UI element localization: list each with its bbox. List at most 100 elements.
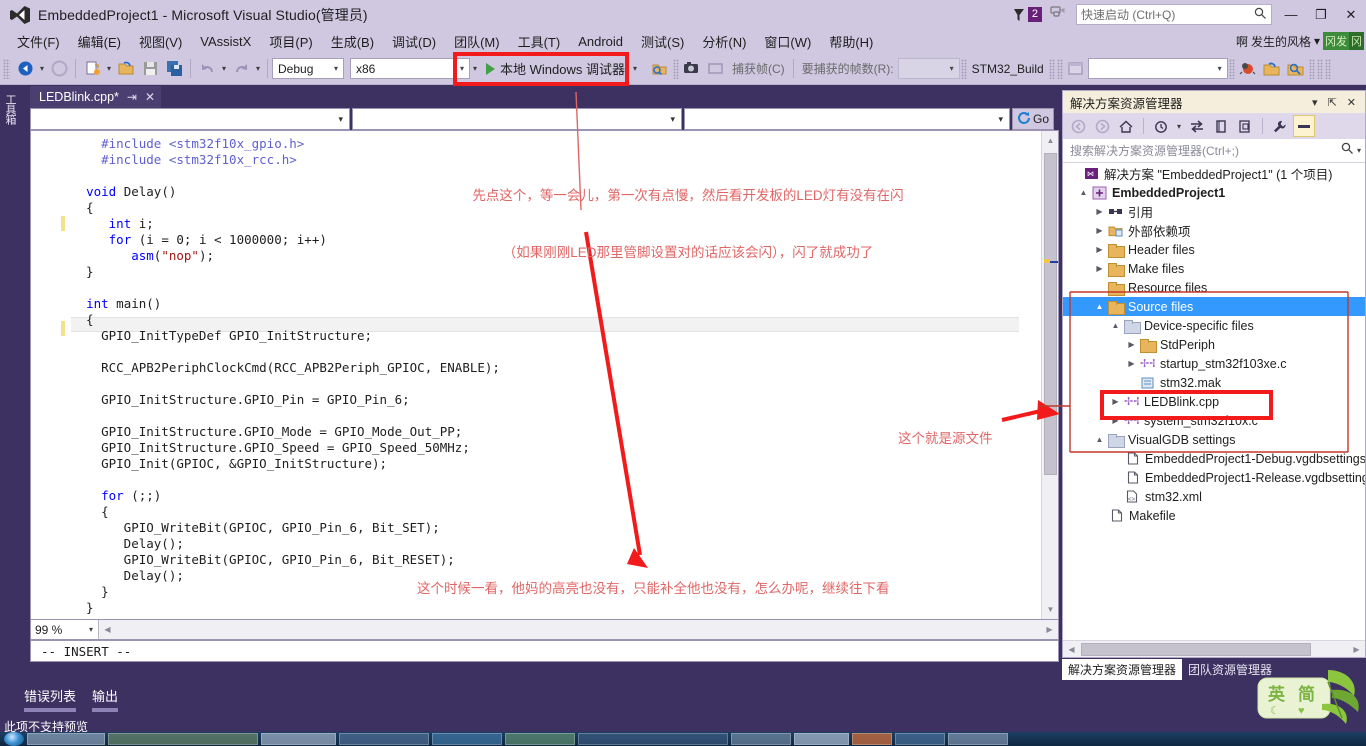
window-icon[interactable] xyxy=(1064,57,1088,81)
menu-item-help[interactable]: 帮助(H) xyxy=(820,30,882,53)
menu-item-android[interactable]: Android xyxy=(569,32,632,51)
chevron-down-icon[interactable]: ▾ xyxy=(457,64,467,73)
toolbar-grip-7[interactable] xyxy=(1308,58,1315,79)
stm32-build-label[interactable]: STM32_Build xyxy=(968,62,1048,76)
tree-row-release-vgdbsettings[interactable]: EmbeddedProject1-Release.vgdbsettings xyxy=(1063,468,1365,487)
sync-with-active-document-icon[interactable] xyxy=(1186,115,1208,137)
frames-to-capture-combo[interactable]: ▾ xyxy=(897,58,960,79)
navbar-project-combo[interactable]: ▾ xyxy=(30,108,350,130)
save-icon[interactable] xyxy=(138,57,162,81)
vertical-scroll-thumb[interactable] xyxy=(1044,153,1057,475)
chevron-down-icon[interactable]: ▾ xyxy=(334,114,347,125)
tree-arrow[interactable]: ▶ xyxy=(1093,264,1106,273)
taskbar-item[interactable] xyxy=(505,733,575,745)
taskbar-item[interactable] xyxy=(731,733,791,745)
menu-item-vassistx[interactable]: VAssistX xyxy=(191,32,260,51)
chevron-down-icon[interactable]: ▾ xyxy=(947,64,957,73)
menu-item-analyze[interactable]: 分析(N) xyxy=(693,30,755,53)
toolbar-empty-combo[interactable]: ▾ xyxy=(1087,58,1228,79)
forward-icon[interactable] xyxy=(1091,115,1113,137)
maximize-button[interactable]: ❐ xyxy=(1306,0,1336,29)
tab-solution-explorer[interactable]: 解决方案资源管理器 xyxy=(1062,659,1183,680)
menu-item-window[interactable]: 窗口(W) xyxy=(755,30,820,53)
menu-item-build[interactable]: 生成(B) xyxy=(322,30,383,53)
tree-row-ledblink-cpp[interactable]: ▶ ✢✢ LEDBlink.cpp xyxy=(1063,392,1365,411)
back-icon[interactable] xyxy=(1067,115,1089,137)
camera-icon[interactable] xyxy=(680,57,704,81)
chevron-down-icon[interactable]: ▾ xyxy=(1354,146,1361,155)
solution-tree[interactable]: ⋈ 解决方案 "EmbeddedProject1" (1 个项目) ▲ Embe… xyxy=(1063,164,1365,633)
toolbar-grip-5[interactable] xyxy=(1056,58,1063,79)
tree-row-external-deps[interactable]: ▶ 外部依赖项 xyxy=(1063,221,1365,240)
pin-icon[interactable]: ⇥ xyxy=(127,90,137,104)
pending-changes-caret[interactable]: ▾ xyxy=(1174,122,1184,131)
zoom-combo[interactable]: 99 % ▾ xyxy=(31,620,99,639)
tree-row-stm32-xml[interactable]: <> stm32.xml xyxy=(1063,487,1365,506)
pin-icon[interactable]: ⇱ xyxy=(1323,96,1342,109)
tree-row-makefile[interactable]: Makefile xyxy=(1063,506,1365,525)
toolbar-grip-3[interactable] xyxy=(960,58,967,79)
preview-selected-items-icon[interactable] xyxy=(1293,115,1315,137)
tree-arrow[interactable]: ▶ xyxy=(1125,359,1138,368)
taskbar-item[interactable] xyxy=(895,733,945,745)
refresh-folder-icon[interactable] xyxy=(1260,57,1284,81)
taskbar-item[interactable] xyxy=(852,733,892,745)
minimize-button[interactable]: — xyxy=(1276,0,1306,29)
taskbar-item[interactable] xyxy=(794,733,849,745)
tree-row-debug-vgdbsettings[interactable]: EmbeddedProject1-Debug.vgdbsettings xyxy=(1063,449,1365,468)
navigate-forward-icon[interactable] xyxy=(47,57,71,81)
notification-flag-icon[interactable]: 2 xyxy=(1013,7,1042,22)
chevron-down-icon[interactable]: ▾ xyxy=(1314,34,1320,48)
capture-frame-icon[interactable] xyxy=(704,57,728,81)
tree-arrow[interactable]: ▶ xyxy=(1093,226,1106,235)
tree-arrow[interactable]: ▶ xyxy=(1093,207,1106,216)
toolbar-grip-8[interactable] xyxy=(1316,58,1323,79)
chevron-down-icon[interactable]: ▾ xyxy=(331,64,341,73)
open-file-icon[interactable] xyxy=(114,57,138,81)
tree-row-stm32-mak[interactable]: stm32.mak xyxy=(1063,373,1365,392)
menu-item-team[interactable]: 团队(M) xyxy=(445,30,509,53)
search-icon[interactable] xyxy=(1254,7,1267,23)
pending-changes-icon[interactable] xyxy=(1150,115,1172,137)
chevron-down-icon[interactable]: ▾ xyxy=(994,114,1007,125)
back-dropdown-caret[interactable]: ▾ xyxy=(37,64,47,73)
scroll-right-arrow-icon[interactable]: ▶ xyxy=(1041,620,1058,639)
redo-caret[interactable]: ▾ xyxy=(253,64,263,73)
show-all-files-icon[interactable] xyxy=(1234,115,1256,137)
toolbar-grip-4[interactable] xyxy=(1048,58,1055,79)
solution-explorer-search[interactable]: 搜索解决方案资源管理器(Ctrl+;) ▾ xyxy=(1063,139,1365,163)
bug-icon[interactable] xyxy=(1236,57,1260,81)
undo-icon[interactable] xyxy=(195,57,219,81)
document-tab-ledblink[interactable]: LEDBlink.cpp* ⇥ ✕ xyxy=(30,86,162,108)
tree-arrow[interactable]: ▶ xyxy=(1109,416,1122,425)
ime-indicator[interactable]: 啊 发生的风格 ▾ 冈发 冈 xyxy=(1236,29,1364,53)
ime-badge-1[interactable]: 冈发 xyxy=(1323,32,1349,50)
navbar-member-combo[interactable]: ▾ xyxy=(684,108,1010,130)
toolbar-grip-9[interactable] xyxy=(1324,58,1331,79)
start-button-icon[interactable] xyxy=(4,732,24,746)
scroll-left-arrow-icon[interactable]: ◀ xyxy=(1063,641,1080,658)
tree-arrow[interactable]: ▶ xyxy=(1093,245,1106,254)
tab-error-list[interactable]: 错误列表 xyxy=(24,686,77,712)
ime-badge-2[interactable]: 冈 xyxy=(1349,32,1364,50)
properties-icon[interactable] xyxy=(1269,115,1291,137)
close-button[interactable]: ✕ xyxy=(1336,0,1366,29)
tree-arrow[interactable]: ▶ xyxy=(1109,397,1122,406)
tree-arrow[interactable]: ▲ xyxy=(1093,302,1106,311)
menu-item-tools[interactable]: 工具(T) xyxy=(509,30,570,53)
tree-row-references[interactable]: ▶ 引用 xyxy=(1063,202,1365,221)
find-in-files-icon[interactable] xyxy=(1284,57,1308,81)
solution-explorer-horizontal-scrollbar[interactable]: ◀ ▶ xyxy=(1063,640,1365,657)
toolbox-vertical-tab[interactable]: 工具箱 xyxy=(3,94,16,124)
menu-item-project[interactable]: 项目(P) xyxy=(260,30,321,53)
scroll-left-arrow-icon[interactable]: ◀ xyxy=(99,620,116,639)
taskbar-item[interactable] xyxy=(27,733,105,745)
attach-to-process-icon[interactable] xyxy=(648,57,672,81)
platform-combo[interactable]: x86 ▾ xyxy=(350,58,470,79)
tree-row-make-files[interactable]: ▶ Make files xyxy=(1063,259,1365,278)
scroll-right-arrow-icon[interactable]: ▶ xyxy=(1348,641,1365,658)
search-icon[interactable] xyxy=(1341,142,1354,160)
tree-row-system-stm32f10x[interactable]: ▶ ✢✢ system_stm32f10x.c xyxy=(1063,411,1365,430)
tree-row-resource-files[interactable]: Resource files xyxy=(1063,278,1365,297)
toolbar-grip-6[interactable] xyxy=(1228,58,1235,79)
